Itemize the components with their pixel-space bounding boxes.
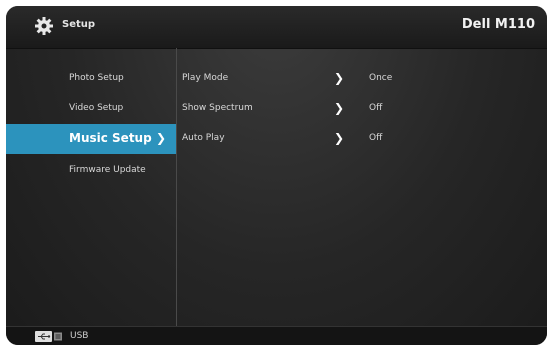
column-divider <box>176 48 177 326</box>
sidebar-item-firmware-update[interactable]: Firmware Update <box>6 156 176 186</box>
gear-icon <box>35 17 53 35</box>
sidebar-item-label: Video Setup <box>69 103 124 113</box>
sidebar-item-photo-setup[interactable]: Photo Setup <box>6 64 176 94</box>
usb-icon <box>35 331 62 342</box>
status-bar: USB <box>6 326 547 345</box>
setting-label: Play Mode <box>182 73 229 83</box>
sidebar-item-music-setup[interactable]: Music Setup ❯ <box>6 124 176 154</box>
setting-row-show-spectrum[interactable]: Show Spectrum ❯ Off <box>182 94 542 124</box>
chevron-right-icon: ❯ <box>334 131 345 145</box>
page-title: Setup <box>62 19 96 30</box>
setting-value: Off <box>369 133 383 143</box>
setting-label: Auto Play <box>182 133 225 143</box>
projector-screen: Setup Dell M110 Photo Setup Video Setup … <box>6 6 547 345</box>
brand-label: Dell M110 <box>461 17 535 32</box>
chevron-right-icon: ❯ <box>334 71 345 85</box>
header-bar: Setup Dell M110 <box>6 6 547 49</box>
setting-value: Once <box>369 73 393 83</box>
setting-row-play-mode[interactable]: Play Mode ❯ Once <box>182 64 542 94</box>
chevron-right-icon: ❯ <box>334 101 345 115</box>
sidebar-item-video-setup[interactable]: Video Setup <box>6 94 176 124</box>
setting-label: Show Spectrum <box>182 103 253 113</box>
sidebar-item-label: Firmware Update <box>69 165 146 175</box>
setting-value: Off <box>369 103 383 113</box>
source-label: USB <box>70 331 89 341</box>
sidebar-item-label: Music Setup <box>69 131 152 145</box>
setting-row-auto-play[interactable]: Auto Play ❯ Off <box>182 124 542 154</box>
sidebar-item-label: Photo Setup <box>69 73 124 83</box>
chevron-right-icon: ❯ <box>156 131 167 145</box>
